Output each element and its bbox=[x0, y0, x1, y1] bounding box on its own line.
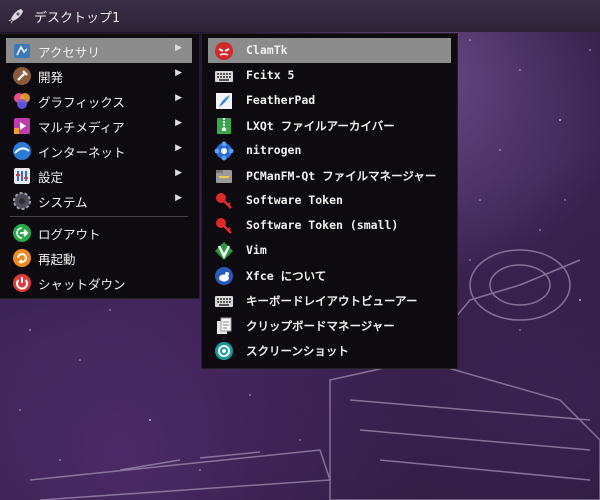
menu-item-label: 開発 bbox=[38, 70, 64, 85]
desktop-title: デスクトップ1 bbox=[34, 11, 121, 26]
logout-icon bbox=[12, 223, 32, 243]
submenu-arrow-icon: ▶ bbox=[175, 168, 182, 178]
menu-item-label: システム bbox=[38, 195, 88, 210]
vim-icon bbox=[214, 241, 234, 261]
menu-item-label: 設定 bbox=[38, 170, 64, 185]
internet-icon bbox=[12, 141, 32, 161]
submenu-item-archiver[interactable]: LXQt ファイルアーカイバー bbox=[208, 113, 451, 138]
power-icon bbox=[12, 273, 32, 293]
file-manager-icon bbox=[214, 166, 234, 186]
menu-item-shutdown[interactable]: シャットダウン bbox=[6, 270, 192, 295]
accessories-submenu: ClamTk Fcitx 5 FeatherPad LXQt ファイルアーカイバ… bbox=[202, 34, 457, 368]
submenu-arrow-icon: ▶ bbox=[175, 43, 182, 53]
rocket-icon[interactable] bbox=[6, 6, 26, 26]
menu-item-label: インターネット bbox=[38, 145, 126, 160]
submenu-item-clamtk[interactable]: ClamTk bbox=[208, 38, 451, 63]
menu-item-logout[interactable]: ログアウト bbox=[6, 220, 192, 245]
graphics-icon bbox=[12, 91, 32, 111]
reboot-icon bbox=[12, 248, 32, 268]
main-menu: アクセサリ ▶ 開発 ▶ グラフィックス ▶ マルチメディア ▶ インターネット… bbox=[0, 34, 199, 298]
menu-item-settings[interactable]: 設定 ▶ bbox=[6, 163, 192, 188]
keyboard-icon bbox=[214, 66, 234, 86]
system-gear-icon bbox=[12, 191, 32, 211]
submenu-item-label: Vim bbox=[246, 243, 267, 257]
feather-icon bbox=[214, 91, 234, 111]
submenu-item-fcitx5[interactable]: Fcitx 5 bbox=[208, 63, 451, 88]
submenu-item-keyboard-viewer[interactable]: キーボードレイアウトビューアー bbox=[208, 288, 451, 313]
accessories-icon bbox=[12, 41, 32, 61]
top-panel: デスクトップ1 bbox=[0, 0, 600, 32]
menu-item-label: シャットダウン bbox=[38, 277, 126, 292]
menu-item-label: ログアウト bbox=[38, 227, 101, 242]
token-key-small-icon bbox=[214, 216, 234, 236]
submenu-item-label: FeatherPad bbox=[246, 93, 316, 107]
menu-item-graphics[interactable]: グラフィックス ▶ bbox=[6, 88, 192, 113]
menu-item-label: 再起動 bbox=[38, 252, 76, 267]
keyboard-layout-icon bbox=[214, 291, 234, 311]
menu-separator bbox=[10, 216, 188, 217]
clipboard-icon bbox=[214, 316, 234, 336]
submenu-item-software-token-small[interactable]: Software Token (small) bbox=[208, 213, 451, 238]
token-key-icon bbox=[214, 191, 234, 211]
submenu-item-label: nitrogen bbox=[246, 143, 302, 157]
submenu-item-label: Xfce について bbox=[246, 269, 327, 283]
submenu-item-screenshot[interactable]: スクリーンショット bbox=[208, 338, 451, 363]
submenu-item-nitrogen[interactable]: nitrogen bbox=[208, 138, 451, 163]
menu-item-internet[interactable]: インターネット ▶ bbox=[6, 138, 192, 163]
submenu-item-label: スクリーンショット bbox=[246, 344, 349, 358]
menu-item-development[interactable]: 開発 ▶ bbox=[6, 63, 192, 88]
submenu-item-vim[interactable]: Vim bbox=[208, 238, 451, 263]
submenu-arrow-icon: ▶ bbox=[175, 143, 182, 153]
submenu-item-clipboard[interactable]: クリップボードマネージャー bbox=[208, 313, 451, 338]
submenu-item-label: PCManFM-Qt ファイルマネージャー bbox=[246, 169, 437, 183]
nitrogen-icon bbox=[214, 141, 234, 161]
submenu-item-label: キーボードレイアウトビューアー bbox=[246, 294, 418, 308]
submenu-item-label: クリップボードマネージャー bbox=[246, 319, 395, 333]
menu-item-label: アクセサリ bbox=[38, 45, 100, 60]
multimedia-icon bbox=[12, 116, 32, 136]
clamtk-icon bbox=[214, 41, 234, 61]
submenu-arrow-icon: ▶ bbox=[175, 118, 182, 128]
settings-icon bbox=[12, 166, 32, 186]
menu-item-label: グラフィックス bbox=[38, 95, 125, 110]
submenu-item-label: Software Token bbox=[246, 193, 343, 207]
menu-item-system[interactable]: システム ▶ bbox=[6, 188, 192, 213]
submenu-item-pcmanfm[interactable]: PCManFM-Qt ファイルマネージャー bbox=[208, 163, 451, 188]
submenu-arrow-icon: ▶ bbox=[175, 93, 182, 103]
submenu-item-about-xfce[interactable]: Xfce について bbox=[208, 263, 451, 288]
menu-item-accessories[interactable]: アクセサリ ▶ bbox=[6, 38, 192, 63]
menu-item-reboot[interactable]: 再起動 bbox=[6, 245, 192, 270]
menu-item-multimedia[interactable]: マルチメディア ▶ bbox=[6, 113, 192, 138]
menu-item-label: マルチメディア bbox=[38, 120, 125, 135]
screenshot-icon bbox=[214, 341, 234, 361]
archive-icon bbox=[214, 116, 234, 136]
submenu-item-label: Fcitx 5 bbox=[246, 68, 295, 82]
submenu-item-label: LXQt ファイルアーカイバー bbox=[246, 119, 395, 133]
xfce-icon bbox=[214, 266, 234, 286]
submenu-item-label: ClamTk bbox=[246, 43, 288, 57]
submenu-item-software-token[interactable]: Software Token bbox=[208, 188, 451, 213]
submenu-item-featherpad[interactable]: FeatherPad bbox=[208, 88, 451, 113]
submenu-arrow-icon: ▶ bbox=[175, 193, 182, 203]
submenu-item-label: Software Token (small) bbox=[246, 218, 399, 232]
submenu-arrow-icon: ▶ bbox=[175, 68, 182, 78]
hammer-icon bbox=[12, 66, 32, 86]
